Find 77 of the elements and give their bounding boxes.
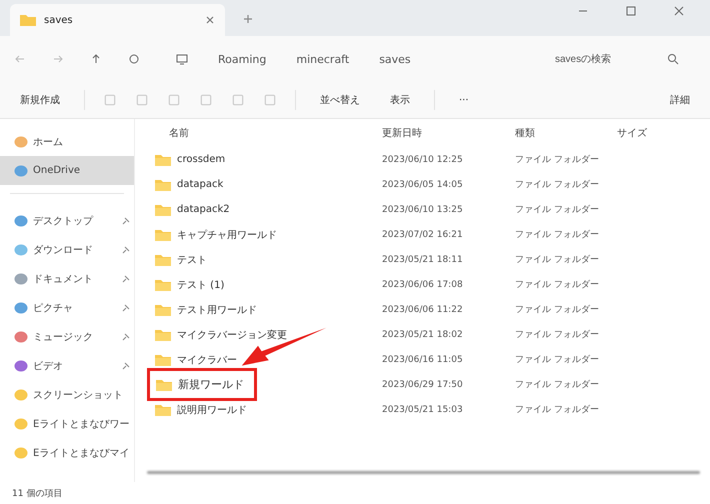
date-cell-text: 2023/05/21 18:02: [382, 330, 464, 340]
column-header[interactable]: 更新日時: [382, 126, 515, 140]
date-cell-text: 2023/06/10 13:25: [382, 204, 464, 214]
sort-button[interactable]: 並べ替え: [314, 90, 366, 110]
path-segment[interactable]: minecraft: [296, 52, 350, 66]
forward-icon[interactable]: [52, 53, 64, 65]
file-name[interactable]: テスト (1): [147, 278, 382, 292]
sidebar-item[interactable]: ダウンロード: [0, 235, 134, 264]
type-cell-text: ファイル フォルダー: [515, 378, 600, 391]
sidebar-item[interactable]: ホーム: [0, 127, 134, 156]
search-icon: [667, 53, 679, 65]
sidebar-item[interactable]: ドキュメント: [0, 264, 134, 293]
sidebar-item[interactable]: ミュージック: [0, 322, 134, 351]
file-name[interactable]: マイクラバー: [147, 352, 382, 366]
toolbar-icon[interactable]: [199, 93, 213, 107]
refresh-icon[interactable]: [128, 53, 140, 65]
type-cell-text: ファイル フォルダー: [515, 328, 600, 341]
date-cell-text: 2023/06/06 17:08: [382, 280, 464, 290]
toolbar-icon[interactable]: [263, 93, 277, 107]
view-button[interactable]: 表示: [384, 90, 416, 110]
type-cell-text: ファイル フォルダー: [515, 354, 600, 366]
maximize-icon[interactable]: [626, 6, 636, 16]
more-button[interactable]: ···: [453, 92, 475, 108]
date-cell-text: 2023/06/05 14:05: [382, 180, 464, 190]
date-cell-text: 2023/06/06 11:22: [382, 304, 464, 314]
address-bar[interactable]: Roaming minecraft saves: [166, 45, 519, 73]
type-cell-text: ファイル フォルダー: [515, 204, 600, 216]
item-count: 11 個の項目: [12, 488, 62, 500]
date-cell-text: 2023/05/21 18:11: [382, 254, 464, 264]
close-icon[interactable]: [205, 15, 215, 25]
back-icon[interactable]: [14, 53, 26, 65]
column-header[interactable]: サイズ: [617, 126, 677, 140]
toolbar-icon[interactable]: [167, 93, 181, 107]
search-field[interactable]: savesの検索: [545, 45, 696, 73]
type-cell-text: ファイル フォルダー: [515, 154, 600, 166]
type-cell-text: ファイル フォルダー: [515, 278, 600, 291]
file-name[interactable]: テスト: [147, 252, 382, 266]
file-name[interactable]: datapack: [147, 178, 382, 190]
date-cell-text: 2023/07/02 16:21: [382, 230, 464, 240]
date-cell-text: 2023/06/29 17:50: [382, 380, 464, 390]
type-cell-text: ファイル フォルダー: [515, 178, 600, 191]
type-cell-text: ファイル フォルダー: [515, 228, 600, 241]
sidebar-item[interactable]: Eライトとまなびワー: [0, 409, 134, 438]
date-cell-text: 2023/05/21 15:03: [382, 404, 464, 414]
date-cell-text: 2023/06/10 12:25: [382, 154, 464, 164]
sidebar-item[interactable]: ビデオ: [0, 351, 134, 380]
file-name[interactable]: テスト用ワールド: [147, 302, 382, 316]
up-icon[interactable]: [90, 53, 102, 65]
type-cell-text: ファイル フォルダー: [515, 254, 600, 266]
file-name[interactable]: 説明用ワールド: [147, 402, 382, 416]
type-cell-text: ファイル フォルダー: [515, 304, 600, 316]
sidebar-item[interactable]: Eライトとまなびマイ: [0, 438, 134, 467]
path-segment[interactable]: saves: [379, 52, 411, 66]
file-name[interactable]: キャプチャ用ワールド: [147, 228, 382, 242]
sidebar-item[interactable]: OneDrive: [0, 156, 134, 185]
toolbar-icon[interactable]: [135, 93, 149, 107]
new-tab-icon[interactable]: [243, 14, 253, 24]
file-name[interactable]: crossdem: [147, 154, 382, 166]
sidebar-item[interactable]: ピクチャ: [0, 293, 134, 322]
date-cell-text: 2023/06/16 11:05: [382, 354, 464, 364]
new-button[interactable]: 新規作成: [14, 90, 66, 110]
toolbar-icon[interactable]: [103, 93, 117, 107]
monitor-icon: [176, 53, 188, 65]
search-input[interactable]: savesの検索: [553, 52, 667, 66]
column-header[interactable]: 種類: [515, 126, 617, 140]
column-header[interactable]: 名前: [147, 126, 382, 140]
sidebar-item[interactable]: デスクトップ: [0, 206, 134, 235]
details-button[interactable]: 詳細: [664, 90, 696, 110]
window-tab[interactable]: saves: [10, 4, 225, 36]
toolbar-icon[interactable]: [231, 93, 245, 107]
file-name[interactable]: マイクラバージョン変更: [147, 328, 382, 342]
sidebar-item[interactable]: スクリーンショット: [0, 380, 134, 409]
close-icon[interactable]: [674, 6, 684, 16]
type-cell-text: ファイル フォルダー: [515, 404, 600, 416]
file-name[interactable]: datapack2: [147, 204, 382, 216]
file-name[interactable]: 新規ワールド: [147, 368, 257, 401]
path-segment[interactable]: Roaming: [218, 52, 266, 66]
